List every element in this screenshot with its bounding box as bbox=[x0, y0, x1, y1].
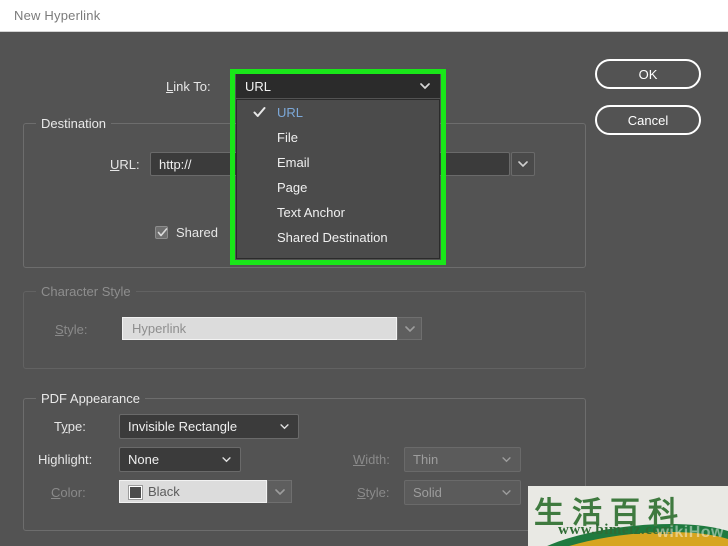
color-label-rest: olor: bbox=[60, 485, 86, 500]
pdf-style-label: Style: bbox=[357, 485, 390, 500]
character-style-field: Hyperlink bbox=[122, 317, 397, 340]
type-label: Type: bbox=[54, 419, 86, 434]
titlebar: New Hyperlink bbox=[0, 0, 728, 32]
pdf-style-label-rest: tyle: bbox=[365, 485, 390, 500]
chevron-down-icon bbox=[518, 161, 528, 168]
link-to-option-file[interactable]: File bbox=[237, 125, 439, 150]
window-title: New Hyperlink bbox=[14, 8, 101, 23]
link-to-option-label: Email bbox=[277, 155, 310, 170]
color-field: Black bbox=[119, 480, 267, 503]
color-field-value: Black bbox=[148, 484, 180, 499]
character-style-label: Style: bbox=[55, 322, 88, 337]
link-to-dropdown-list[interactable]: URL File Email Page Text Anchor Shared D… bbox=[236, 99, 440, 259]
link-to-option-label: File bbox=[277, 130, 298, 145]
chevron-down-icon bbox=[275, 489, 285, 496]
chevron-down-icon bbox=[405, 326, 415, 333]
link-to-combo[interactable]: URL bbox=[236, 74, 440, 98]
link-to-option-page[interactable]: Page bbox=[237, 175, 439, 200]
shared-checkbox[interactable] bbox=[155, 226, 168, 239]
cancel-button-label: Cancel bbox=[627, 112, 669, 128]
type-combo-value: Invisible Rectangle bbox=[128, 419, 238, 434]
url-label-rest: RL: bbox=[119, 157, 140, 172]
color-swatch bbox=[128, 484, 143, 500]
highlight-combo-value: None bbox=[128, 452, 160, 467]
character-style-label-rest: tyle: bbox=[63, 322, 88, 337]
url-input-value: http:// bbox=[159, 156, 192, 172]
character-style-dropdown-button bbox=[397, 317, 422, 340]
link-to-option-label: Text Anchor bbox=[277, 205, 345, 220]
pdf-style-combo: Solid bbox=[404, 480, 521, 505]
color-label-mnemonic: C bbox=[51, 485, 61, 500]
link-to-option-email[interactable]: Email bbox=[237, 150, 439, 175]
type-combo[interactable]: Invisible Rectangle bbox=[119, 414, 299, 439]
width-combo: Thin bbox=[404, 447, 521, 472]
width-label-rest: idth: bbox=[365, 452, 390, 467]
character-style-group-title: Character Style bbox=[36, 284, 136, 299]
chevron-down-icon bbox=[222, 456, 231, 463]
highlight-label-mnemonic: g bbox=[50, 452, 58, 467]
highlight-label-post: hlight: bbox=[57, 452, 93, 467]
type-label-post: pe: bbox=[67, 419, 86, 434]
color-label: Color: bbox=[51, 485, 86, 500]
character-style-value: Hyperlink bbox=[132, 321, 187, 336]
link-to-option-text-anchor[interactable]: Text Anchor bbox=[237, 200, 439, 225]
new-hyperlink-dialog: New Hyperlink Link To: OK Cancel Destina… bbox=[0, 0, 728, 546]
cancel-button[interactable]: Cancel bbox=[595, 105, 701, 135]
width-combo-value: Thin bbox=[413, 452, 439, 467]
chevron-down-icon bbox=[502, 489, 511, 496]
watermark-ghost-text: wikiHow bbox=[656, 524, 724, 541]
url-label: URL: bbox=[110, 157, 140, 172]
color-dropdown-button bbox=[267, 480, 292, 503]
link-to-combo-value: URL bbox=[245, 78, 272, 94]
link-to-option-label: Shared Destination bbox=[277, 230, 388, 245]
link-to-label: Link To: bbox=[166, 79, 211, 94]
link-to-option-label: Page bbox=[277, 180, 308, 195]
link-to-option-shared-destination[interactable]: Shared Destination bbox=[237, 225, 439, 250]
chevron-down-icon bbox=[502, 456, 511, 463]
ok-button-label: OK bbox=[638, 66, 658, 82]
shared-label: Shared bbox=[176, 225, 218, 240]
link-to-label-rest: ink To: bbox=[173, 79, 211, 94]
watermark: 生活百科 www.bimeiz.com wikiHow bbox=[528, 486, 728, 546]
pdf-style-label-mnemonic: S bbox=[357, 485, 366, 500]
link-to-option-label: URL bbox=[277, 105, 304, 120]
highlight-label-pre: Hi bbox=[38, 452, 51, 467]
character-style-label-mnemonic: S bbox=[55, 322, 64, 337]
chevron-down-icon bbox=[280, 423, 289, 430]
check-icon bbox=[157, 228, 168, 237]
url-label-mnemonic: U bbox=[110, 157, 120, 172]
width-label: Width: bbox=[353, 452, 390, 467]
pdf-style-combo-value: Solid bbox=[413, 485, 442, 500]
highlight-label: Highlight: bbox=[38, 452, 92, 467]
destination-group-title: Destination bbox=[36, 116, 112, 131]
chevron-down-icon bbox=[420, 83, 430, 90]
width-label-mnemonic: W bbox=[353, 452, 366, 467]
pdf-appearance-group-title: PDF Appearance bbox=[36, 391, 146, 406]
ok-button[interactable]: OK bbox=[595, 59, 701, 89]
link-to-option-url[interactable]: URL bbox=[237, 100, 439, 125]
highlight-combo[interactable]: None bbox=[119, 447, 241, 472]
url-history-dropdown-button[interactable] bbox=[511, 152, 535, 176]
check-icon bbox=[253, 107, 266, 117]
